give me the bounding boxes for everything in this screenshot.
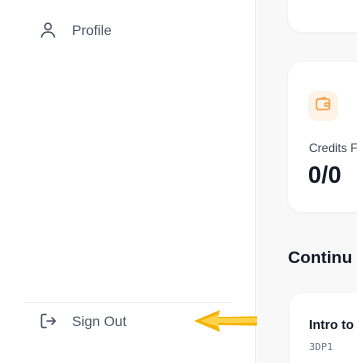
sidebar-divider: [24, 302, 232, 303]
sign-out-icon: [38, 311, 58, 331]
wallet-icon: [314, 95, 332, 118]
user-icon: [38, 20, 58, 40]
sign-out-label: Sign Out: [72, 313, 127, 329]
sign-out-button[interactable]: Sign Out: [38, 311, 126, 331]
top-card: [288, 0, 357, 32]
continue-section-title: Continu: [288, 248, 353, 267]
course-card[interactable]: Intro to 3DP1: [290, 293, 357, 363]
course-title: Intro to: [309, 317, 354, 332]
course-code: 3DP1: [309, 342, 334, 353]
sidebar-item-profile[interactable]: Profile: [38, 20, 112, 40]
credits-label: Credits F: [309, 141, 357, 155]
wallet-badge: [308, 91, 338, 121]
sidebar-item-label: Profile: [72, 22, 112, 38]
credits-value: 0/0: [308, 162, 342, 189]
app-window: Profile Sign Out Credits F 0/0 Continu I…: [0, 0, 357, 363]
credits-card: Credits F 0/0: [288, 62, 357, 212]
